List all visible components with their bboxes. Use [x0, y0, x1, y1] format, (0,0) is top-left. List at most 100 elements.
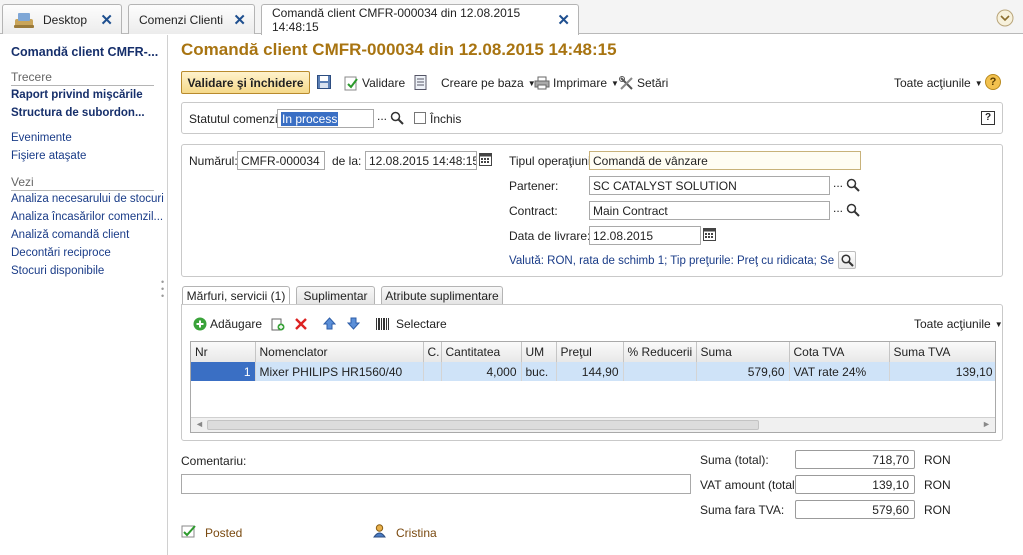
order-status-field[interactable]: In process [277, 109, 374, 128]
sidebar-item-available-stock[interactable]: Stocuri disponibile [11, 265, 104, 277]
settings-button[interactable]: Setări [619, 74, 668, 92]
cell-amount[interactable]: 579,60 [696, 362, 790, 381]
tab-current-order[interactable]: Comandă client CMFR-000034 din 12.08.201… [261, 4, 579, 35]
column-header[interactable]: Cota TVA [789, 342, 890, 362]
help-icon[interactable]: ? [981, 111, 995, 125]
save-icon[interactable] [317, 75, 331, 89]
cell-quantity[interactable]: 4,000 [441, 362, 522, 381]
validate-and-close-button[interactable]: Validare şi închidere [181, 71, 310, 94]
sidebar-item-settlements[interactable]: Decontări reciproce [11, 247, 111, 259]
close-icon[interactable]: ✕ [100, 11, 113, 29]
tab-label: Comandă client CMFR-000034 din 12.08.201… [272, 6, 521, 34]
author-name: Cristina [396, 526, 437, 540]
search-icon[interactable] [390, 111, 404, 125]
calendar-icon[interactable] [479, 153, 492, 166]
help-icon[interactable]: ? [985, 74, 1001, 90]
vat-total-label: VAT amount (total): [700, 478, 803, 492]
column-header[interactable]: Preţul [556, 342, 624, 362]
print-button[interactable]: Imprimare ▼ [534, 74, 619, 92]
delete-icon[interactable] [295, 318, 307, 330]
add-row-button[interactable]: Adăugare [193, 315, 262, 333]
splitter-handle[interactable]: • • • [161, 278, 164, 301]
cell-vat-amount[interactable]: 139,10 [889, 362, 995, 381]
order-status-value: In process [281, 112, 339, 126]
sidebar-item-events[interactable]: Evenimente [11, 132, 72, 144]
validate-button[interactable]: Validare [344, 74, 405, 92]
create-based-on-button[interactable]: Creare pe baza ▼ [441, 74, 536, 92]
sidebar-item-stock-needs[interactable]: Analiza necesarului de stocuri [11, 193, 164, 205]
prices-button[interactable] [838, 251, 856, 269]
column-header[interactable]: C. [423, 342, 442, 362]
close-icon[interactable]: ✕ [557, 11, 570, 29]
column-header[interactable]: Cantitatea [441, 342, 522, 362]
column-header[interactable]: Suma [696, 342, 790, 362]
horizontal-scrollbar[interactable]: ◄ ► [191, 417, 995, 432]
calendar-icon[interactable] [703, 228, 716, 241]
tab-desktop[interactable]: Desktop ✕ [2, 4, 122, 34]
all-actions-button[interactable]: Toate acţiunile ▼ [894, 74, 983, 92]
number-field[interactable]: CMFR-000034 [237, 151, 325, 170]
sidebar-item-order-analysis[interactable]: Analiză comandă client [11, 229, 129, 241]
select-items-label: Selectare [396, 317, 447, 331]
scroll-left-icon[interactable]: ◄ [195, 419, 204, 429]
chevron-down-icon[interactable] [996, 9, 1014, 27]
column-header[interactable]: Nomenclator [255, 342, 424, 362]
sidebar-item-main[interactable]: Comandă client CMFR-... [11, 45, 158, 59]
select-button[interactable]: ... [830, 176, 846, 195]
search-icon[interactable] [846, 203, 860, 217]
operation-type-field[interactable]: Comandă de vânzare [589, 151, 861, 170]
date-field[interactable]: 12.08.2015 14:48:15 [365, 151, 477, 170]
scrollbar-thumb[interactable] [207, 420, 759, 430]
sidebar-item-order-payments[interactable]: Analiza încasărilor comenzil... [11, 211, 163, 223]
sidebar-item-movements-report[interactable]: Raport privind mişcările [11, 89, 143, 101]
column-header[interactable]: Suma TVA [889, 342, 995, 362]
closed-checkbox[interactable] [414, 112, 426, 124]
currency-info-link[interactable]: Valută: RON, rata de schimb 1; Tip preţu… [509, 255, 849, 267]
move-up-icon[interactable] [323, 317, 336, 330]
cell-c[interactable] [423, 362, 442, 381]
cell-item[interactable]: Mixer PHILIPS HR1560/40 [255, 362, 424, 381]
operation-type-label: Tipul operaţiunii: [509, 154, 597, 168]
cell-price[interactable]: 144,90 [556, 362, 624, 381]
all-actions-label: Toate acţiunile [894, 76, 971, 90]
move-down-icon[interactable] [347, 317, 360, 330]
settings-icon [619, 75, 633, 90]
cell-nr[interactable]: 1 [191, 362, 256, 381]
grid-all-actions-button[interactable]: Toate acţiunile ▼ [914, 315, 1003, 333]
journal-icon[interactable] [414, 75, 427, 90]
cell-unit[interactable]: buc. [521, 362, 557, 381]
delivery-date-field[interactable]: 12.08.2015 [589, 226, 701, 245]
column-header[interactable]: % Reducerii [623, 342, 697, 362]
select-button[interactable]: ... [374, 109, 390, 128]
create-based-on-label: Creare pe baza [441, 76, 524, 90]
sidebar-item-subordination[interactable]: Structura de subordon... [11, 107, 145, 119]
table-row[interactable]: 1 Mixer PHILIPS HR1560/40 4,000 buc. 144… [191, 362, 995, 381]
scroll-right-icon[interactable]: ► [982, 419, 991, 429]
desktop-icon [14, 12, 34, 28]
column-header[interactable]: UM [521, 342, 557, 362]
comment-field[interactable] [181, 474, 691, 494]
sidebar-item-attachments[interactable]: Fişiere ataşate [11, 150, 86, 162]
tab-bar: Desktop ✕ Comenzi Clienti ✕ Comandă clie… [0, 0, 1023, 35]
sidebar-section-trecere: Trecere [11, 70, 154, 86]
closed-label: Închis [430, 112, 462, 126]
cell-vat-rate[interactable]: VAT rate 24% [789, 362, 890, 381]
close-icon[interactable]: ✕ [233, 11, 246, 29]
add-icon [193, 317, 207, 331]
number-label: Numărul: [189, 154, 238, 168]
search-icon[interactable] [846, 178, 860, 192]
tab-comenzi-clienti[interactable]: Comenzi Clienti ✕ [128, 4, 255, 34]
subtab-extra-attributes[interactable]: Atribute suplimentare [381, 286, 503, 304]
column-header[interactable]: Nr [191, 342, 256, 362]
contract-field[interactable]: Main Contract [589, 201, 830, 220]
posted-icon [181, 525, 196, 538]
select-items-button[interactable]: Selectare [375, 315, 447, 333]
total-label: Suma (total): [700, 453, 769, 467]
select-button[interactable]: ... [830, 201, 846, 220]
cell-discount[interactable] [623, 362, 697, 381]
barcode-icon [376, 318, 389, 330]
copy-row-icon[interactable] [271, 317, 285, 331]
subtab-additional[interactable]: Suplimentar [296, 286, 375, 304]
partner-field[interactable]: SC CATALYST SOLUTION [589, 176, 830, 195]
subtab-goods-services[interactable]: Mărfuri, servicii (1) [182, 286, 290, 305]
